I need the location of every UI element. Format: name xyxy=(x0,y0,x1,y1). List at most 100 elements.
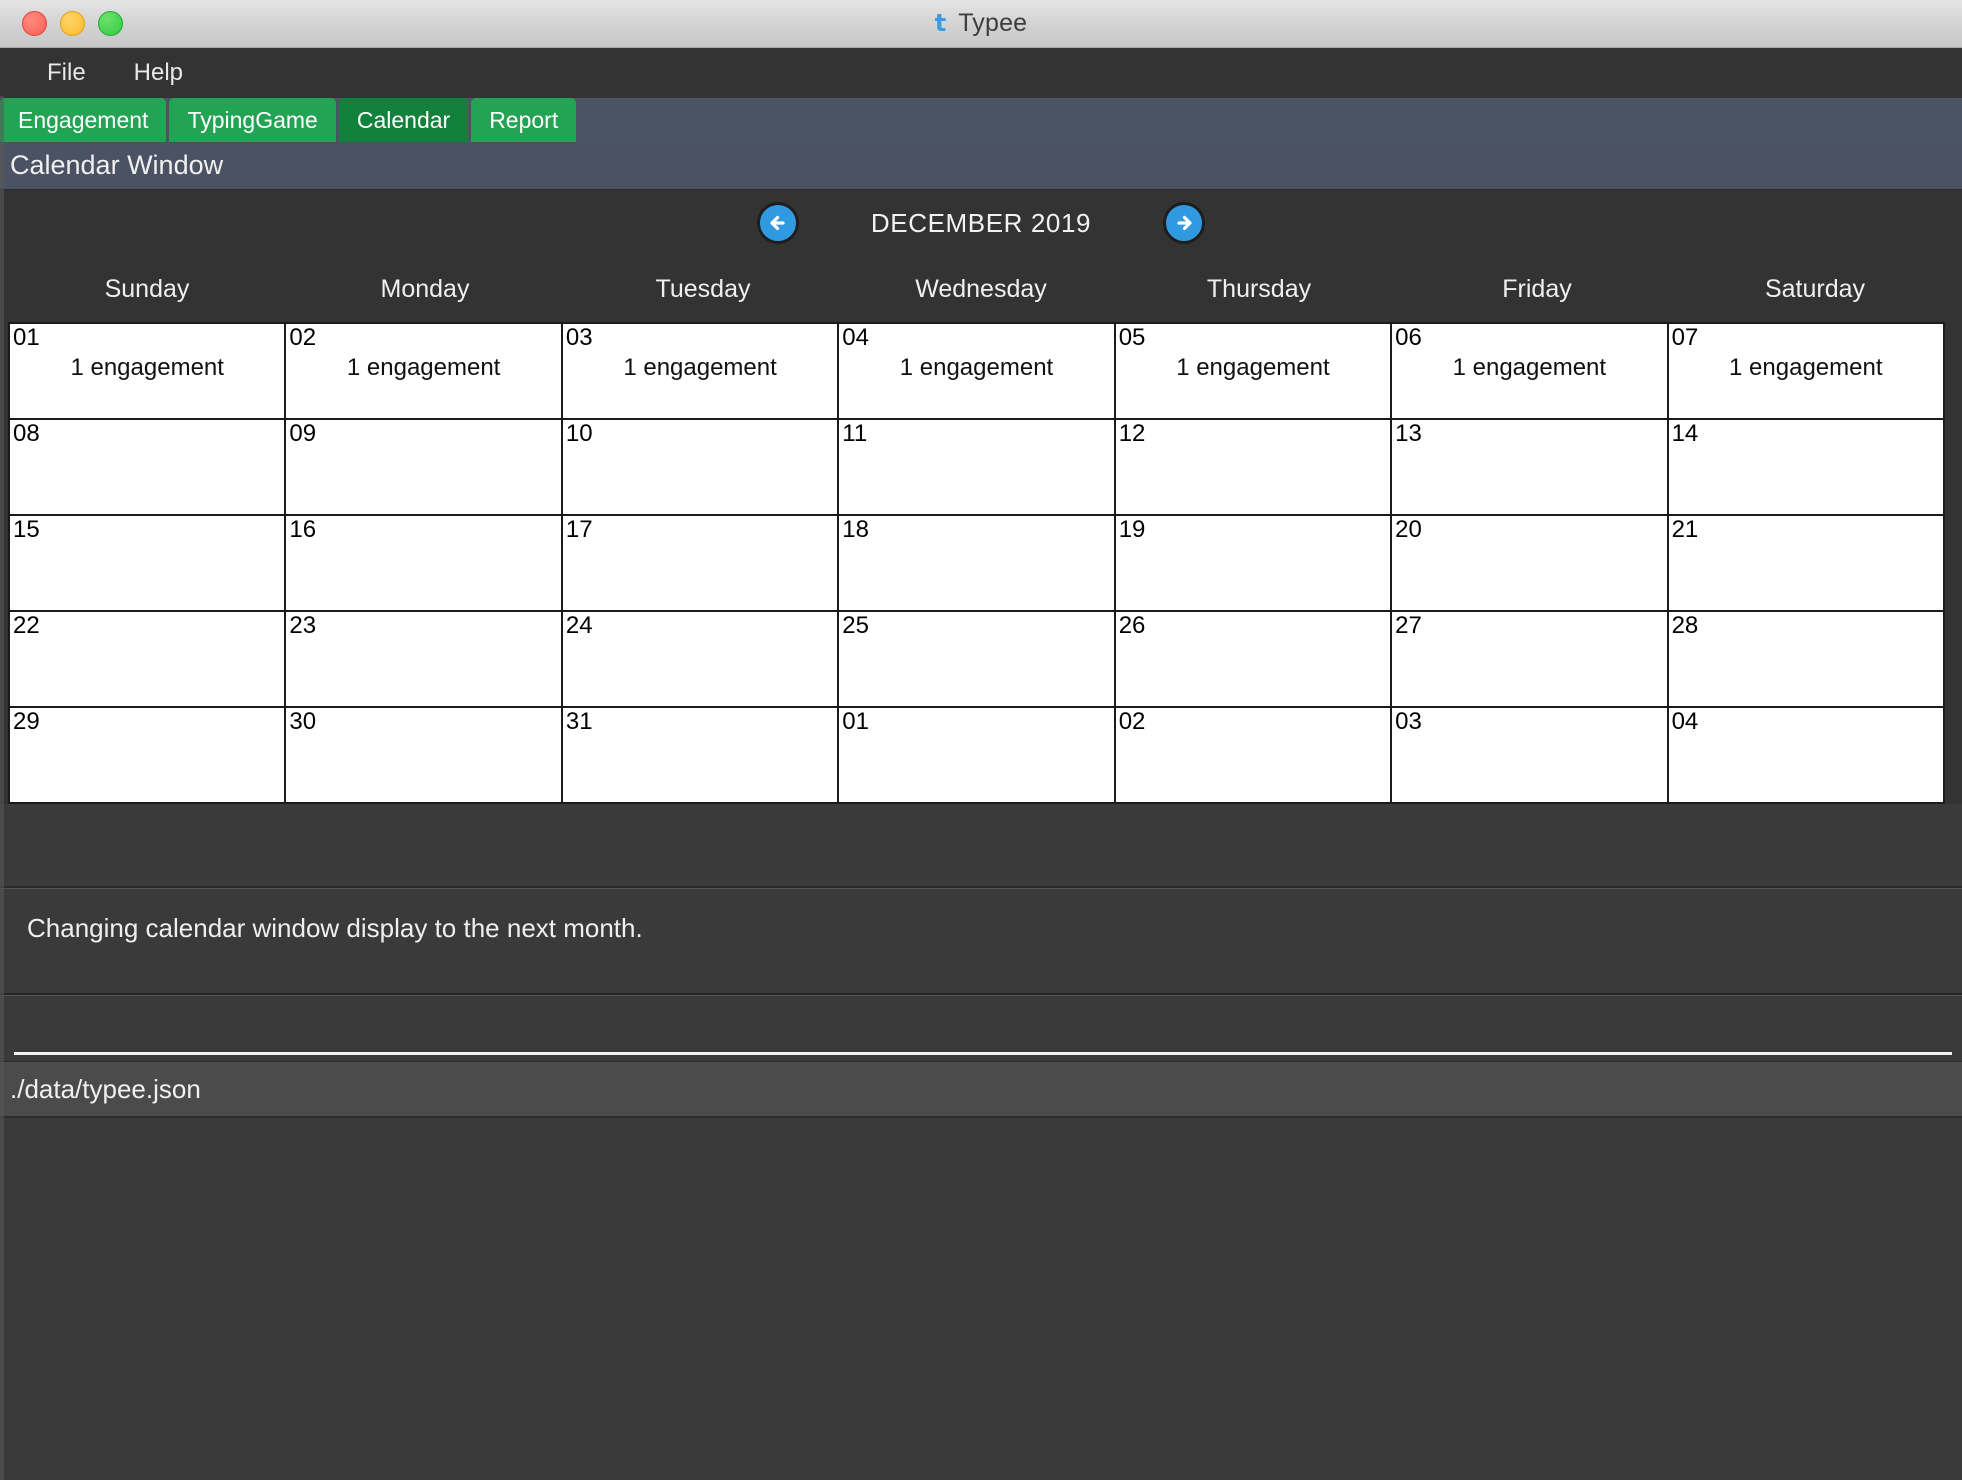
calendar-day-cell[interactable]: 11 xyxy=(839,420,1116,516)
calendar-day-cell[interactable]: 01 xyxy=(839,708,1116,804)
minimize-window-button[interactable] xyxy=(60,11,85,36)
calendar-day-number: 01 xyxy=(842,708,869,735)
calendar-day-number: 27 xyxy=(1395,612,1422,639)
calendar-day-number: 18 xyxy=(842,516,869,543)
calendar-day-cell[interactable]: 24 xyxy=(562,612,840,708)
next-month-button[interactable] xyxy=(1163,202,1205,244)
calendar-day-cell[interactable]: 10 xyxy=(562,420,840,516)
calendar-day-cell[interactable]: 04 1 engagement xyxy=(839,324,1116,420)
calendar-day-cell[interactable]: 19 xyxy=(1115,516,1393,612)
calendar-day-number: 21 xyxy=(1671,516,1699,543)
tab-engagement[interactable]: Engagement xyxy=(0,98,167,142)
arrow-left-icon xyxy=(770,215,785,231)
calendar-day-engagement-note: 1 engagement xyxy=(1176,354,1330,381)
weekday-monday: Monday xyxy=(380,274,470,303)
calendar-day-cell[interactable]: 22 xyxy=(10,612,287,708)
tab-calendar[interactable]: Calendar xyxy=(338,98,469,142)
calendar-day-number: 01 xyxy=(13,324,40,351)
calendar-day-number: 11 xyxy=(842,420,868,447)
calendar-day-cell[interactable]: 16 xyxy=(286,516,563,612)
calendar-day-cell[interactable]: 18 xyxy=(839,516,1116,612)
app-window: t Typee File Help Engagement TypingGame … xyxy=(0,0,1962,1480)
status-panel: Changing calendar window display to the … xyxy=(0,888,1962,995)
calendar-day-number: 26 xyxy=(1118,612,1146,639)
calendar-day-number: 13 xyxy=(1395,420,1422,447)
tab-report[interactable]: Report xyxy=(471,98,577,142)
calendar-day-number: 06 xyxy=(1395,324,1422,351)
calendar-day-number: 29 xyxy=(13,708,40,735)
calendar-day-engagement-note: 1 engagement xyxy=(346,354,501,381)
calendar-day-cell[interactable]: 08 xyxy=(10,420,287,516)
calendar-day-number: 02 xyxy=(289,324,317,351)
weekday-tuesday: Tuesday xyxy=(655,274,751,303)
calendar-navigation: DECEMBER 2019 xyxy=(0,190,1962,256)
calendar-day-engagement-note: 1 engagement xyxy=(70,354,224,381)
calendar-day-cell[interactable]: 02 xyxy=(1115,708,1393,804)
calendar-day-cell[interactable]: 09 xyxy=(286,420,563,516)
calendar-day-number: 02 xyxy=(1118,708,1146,735)
window-controls xyxy=(22,11,123,36)
calendar-day-number: 03 xyxy=(565,324,593,351)
close-window-button[interactable] xyxy=(22,11,47,36)
calendar-grid: 01 1 engagement 02 1 engagement 03 1 engageme… xyxy=(8,322,1945,804)
calendar-day-engagement-note: 1 engagement xyxy=(899,354,1054,381)
calendar-day-number: 03 xyxy=(1395,708,1422,735)
calendar-day-engagement-note: 1 engagement xyxy=(623,354,777,381)
calendar-day-number: 14 xyxy=(1671,420,1699,447)
calendar-day-cell[interactable]: 07 1 engagement xyxy=(1668,324,1945,420)
calendar-day-cell[interactable]: 03 1 engagement xyxy=(562,324,840,420)
calendar-day-cell[interactable]: 21 xyxy=(1668,516,1945,612)
calendar-day-engagement-note: 1 engagement xyxy=(1729,354,1883,381)
calendar-day-cell[interactable]: 26 xyxy=(1115,612,1393,708)
calendar-day-cell[interactable]: 02 1 engagement xyxy=(286,324,563,420)
calendar-day-number: 25 xyxy=(842,612,869,639)
app-title: Typee xyxy=(958,9,1028,37)
calendar-day-cell[interactable]: 20 xyxy=(1392,516,1669,612)
console-spacer xyxy=(0,804,1962,888)
calendar-day-cell[interactable]: 01 1 engagement xyxy=(10,324,287,420)
tab-typinggame[interactable]: TypingGame xyxy=(169,98,336,142)
calendar-day-number: 15 xyxy=(13,516,40,543)
file-path-bar[interactable]: ./data/typee.json xyxy=(0,1061,1962,1117)
calendar-day-number: 16 xyxy=(289,516,317,543)
calendar-day-cell[interactable]: 12 xyxy=(1115,420,1393,516)
previous-month-button[interactable] xyxy=(757,202,799,244)
calendar-day-number: 04 xyxy=(1671,708,1699,735)
weekday-wednesday: Wednesday xyxy=(915,274,1047,303)
menu-item-file[interactable]: File xyxy=(33,55,100,91)
calendar-day-number: 20 xyxy=(1395,516,1422,543)
calendar-day-cell[interactable]: 06 1 engagement xyxy=(1392,324,1669,420)
calendar-day-cell[interactable]: 29 xyxy=(10,708,287,804)
calendar-day-cell[interactable]: 17 xyxy=(562,516,840,612)
calendar-day-cell[interactable]: 25 xyxy=(839,612,1116,708)
menu-item-help[interactable]: Help xyxy=(120,55,197,91)
maximize-window-button[interactable] xyxy=(98,11,123,36)
calendar-day-cell[interactable]: 15 xyxy=(10,516,287,612)
window-header-bar: Calendar Window xyxy=(0,142,1962,190)
weekday-thursday: Thursday xyxy=(1206,274,1312,303)
calendar-day-number: 28 xyxy=(1671,612,1699,639)
calendar-day-cell[interactable]: 23 xyxy=(286,612,563,708)
tab-strip: Engagement TypingGame Calendar Report xyxy=(0,98,1962,142)
calendar-day-number: 04 xyxy=(842,324,869,351)
calendar-day-number: 17 xyxy=(565,516,593,543)
calendar-day-cell[interactable]: 30 xyxy=(286,708,563,804)
typee-logo-icon: t xyxy=(934,8,947,37)
calendar-day-cell[interactable]: 27 xyxy=(1392,612,1669,708)
calendar-day-number: 08 xyxy=(13,420,40,447)
calendar-day-cell[interactable]: 31 xyxy=(562,708,840,804)
command-input[interactable] xyxy=(14,1002,1952,1055)
calendar-day-cell[interactable]: 28 xyxy=(1668,612,1945,708)
calendar-day-cell[interactable]: 05 1 engagement xyxy=(1115,324,1393,420)
calendar-day-cell[interactable]: 03 xyxy=(1392,708,1669,804)
weekday-header-row: Sunday Monday Tuesday Wednesday Thursday… xyxy=(0,256,1962,322)
bottom-filler xyxy=(0,1117,1962,1480)
calendar-day-number: 31 xyxy=(565,708,593,735)
calendar-day-cell[interactable]: 13 xyxy=(1392,420,1669,516)
status-message: Changing calendar window display to the … xyxy=(27,913,643,943)
calendar-day-number: 12 xyxy=(1118,420,1146,447)
calendar-day-cell[interactable]: 04 xyxy=(1668,708,1945,804)
weekday-friday: Friday xyxy=(1502,274,1572,303)
calendar-day-number: 05 xyxy=(1118,324,1146,351)
calendar-day-cell[interactable]: 14 xyxy=(1668,420,1945,516)
